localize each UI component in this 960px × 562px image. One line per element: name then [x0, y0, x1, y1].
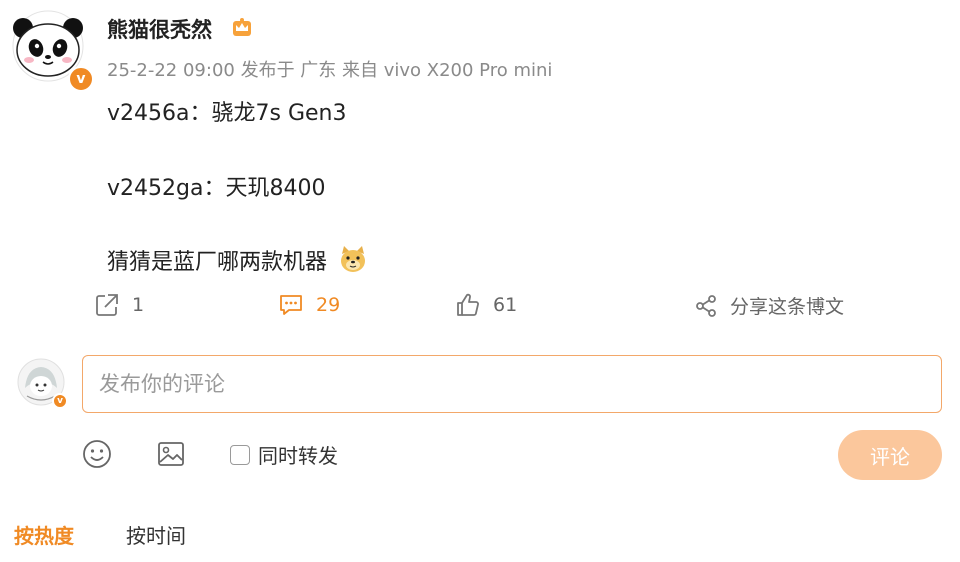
author-avatar[interactable]: v: [12, 10, 94, 92]
verified-badge-icon: v: [52, 393, 68, 409]
comment-input[interactable]: [82, 355, 942, 413]
thumbs-up-icon: [457, 293, 479, 316]
like-button[interactable]: 61: [455, 292, 517, 318]
crown-icon[interactable]: [231, 16, 253, 38]
post-content-line: v2456a：骁龙7s Gen3: [107, 101, 347, 126]
checkbox[interactable]: [230, 444, 250, 465]
image-upload-icon[interactable]: [155, 438, 187, 470]
verified-badge-icon: v: [68, 66, 94, 92]
post-content-line: 猜猜是蓝厂哪两款机器: [107, 250, 328, 275]
repost-checkbox-label: 同时转发: [258, 444, 338, 468]
repost-count: 1: [132, 294, 145, 316]
post-content-line: v2452ga：天玑8400: [107, 176, 326, 201]
repost-checkbox[interactable]: 同时转发: [230, 440, 338, 469]
comment-icon: [280, 295, 302, 315]
comment-count: 29: [316, 294, 341, 316]
comment-button[interactable]: 29: [278, 292, 340, 318]
share-button[interactable]: 分享这条博文: [694, 292, 844, 319]
sort-by-hot-tab[interactable]: 按热度: [14, 520, 74, 549]
submit-comment-button[interactable]: 评论: [838, 430, 942, 480]
repost-button[interactable]: 1: [94, 292, 144, 318]
user-avatar[interactable]: v: [17, 358, 68, 409]
post-meta: 25-2-22 09:00 发布于 广东 来自 vivo X200 Pro mi…: [107, 60, 553, 81]
share-icon: [696, 294, 716, 317]
doge-emoji-icon: [341, 246, 365, 272]
emoji-picker-icon[interactable]: [81, 438, 113, 470]
like-count: 61: [493, 294, 518, 316]
repost-icon: [96, 294, 118, 316]
sort-by-time-tab[interactable]: 按时间: [126, 520, 186, 549]
share-label: 分享这条博文: [730, 296, 845, 318]
author-name[interactable]: 熊猫很秃然: [107, 14, 212, 44]
